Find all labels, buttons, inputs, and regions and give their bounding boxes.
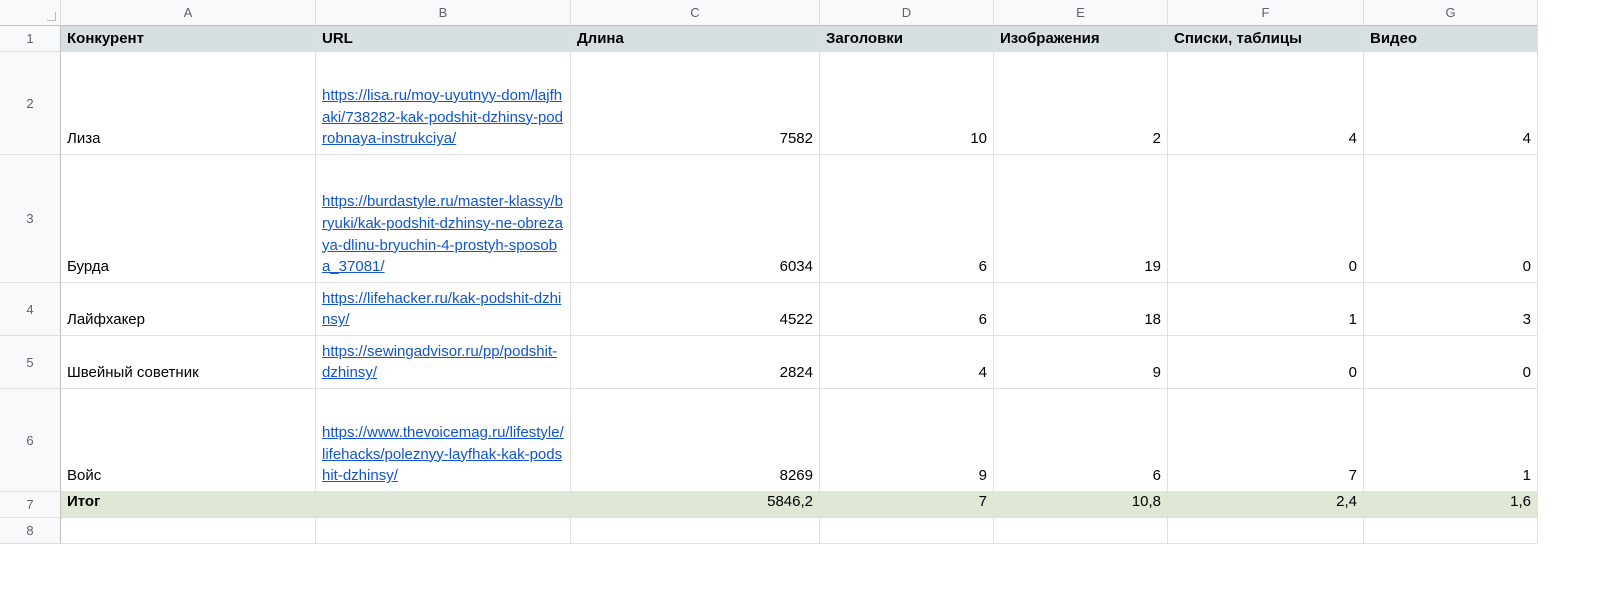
cell-E4[interactable]: 18	[994, 283, 1168, 336]
col-header-B[interactable]: B	[316, 0, 571, 26]
cell-G1[interactable]: Видео	[1364, 26, 1538, 52]
cell-C3[interactable]: 6034	[571, 155, 820, 283]
cell-C2[interactable]: 7582	[571, 52, 820, 155]
row-header-8[interactable]: 8	[0, 518, 61, 544]
cell-A7[interactable]: Итог	[61, 492, 316, 518]
link-r3[interactable]: https://burdastyle.ru/master-klassy/bryu…	[322, 191, 564, 278]
cell-G4[interactable]: 3	[1364, 283, 1538, 336]
cell-B2[interactable]: https://lisa.ru/moy-uyutnyy-dom/lajfhaki…	[316, 52, 571, 155]
cell-E2[interactable]: 2	[994, 52, 1168, 155]
cell-D7[interactable]: 7	[820, 492, 994, 518]
row-header-2[interactable]: 2	[0, 52, 61, 155]
cell-C7[interactable]: 5846,2	[571, 492, 820, 518]
col-header-G[interactable]: G	[1364, 0, 1538, 26]
row-header-3[interactable]: 3	[0, 155, 61, 283]
cell-A8[interactable]	[61, 518, 316, 544]
col-header-D[interactable]: D	[820, 0, 994, 26]
link-r6[interactable]: https://www.thevoicemag.ru/lifestyle/lif…	[322, 422, 564, 487]
cell-B4[interactable]: https://lifehacker.ru/kak-podshit-dzhins…	[316, 283, 571, 336]
cell-F8[interactable]	[1168, 518, 1364, 544]
cell-B8[interactable]	[316, 518, 571, 544]
cell-F5[interactable]: 0	[1168, 336, 1364, 389]
cell-F7[interactable]: 2,4	[1168, 492, 1364, 518]
col-header-F[interactable]: F	[1168, 0, 1364, 26]
col-header-A[interactable]: A	[61, 0, 316, 26]
cell-B5[interactable]: https://sewingadvisor.ru/pp/podshit-dzhi…	[316, 336, 571, 389]
cell-D2[interactable]: 10	[820, 52, 994, 155]
cell-G5[interactable]: 0	[1364, 336, 1538, 389]
cell-F4[interactable]: 1	[1168, 283, 1364, 336]
cell-A1[interactable]: Конкурент	[61, 26, 316, 52]
cell-C1[interactable]: Длина	[571, 26, 820, 52]
cell-F3[interactable]: 0	[1168, 155, 1364, 283]
cell-D1[interactable]: Заголовки	[820, 26, 994, 52]
cell-D4[interactable]: 6	[820, 283, 994, 336]
cell-G6[interactable]: 1	[1364, 389, 1538, 492]
cell-E6[interactable]: 6	[994, 389, 1168, 492]
cell-B7[interactable]	[316, 492, 571, 518]
cell-D6[interactable]: 9	[820, 389, 994, 492]
cell-F1[interactable]: Списки, таблицы	[1168, 26, 1364, 52]
cell-A5[interactable]: Швейный советник	[61, 336, 316, 389]
cell-C5[interactable]: 2824	[571, 336, 820, 389]
row-header-4[interactable]: 4	[0, 283, 61, 336]
cell-C6[interactable]: 8269	[571, 389, 820, 492]
cell-E5[interactable]: 9	[994, 336, 1168, 389]
cell-E8[interactable]	[994, 518, 1168, 544]
cell-A6[interactable]: Войс	[61, 389, 316, 492]
col-header-C[interactable]: C	[571, 0, 820, 26]
cell-B3[interactable]: https://burdastyle.ru/master-klassy/bryu…	[316, 155, 571, 283]
link-r4[interactable]: https://lifehacker.ru/kak-podshit-dzhins…	[322, 288, 564, 332]
select-all-corner[interactable]	[0, 0, 61, 26]
cell-C4[interactable]: 4522	[571, 283, 820, 336]
col-header-E[interactable]: E	[994, 0, 1168, 26]
row-header-1[interactable]: 1	[0, 26, 61, 52]
cell-A3[interactable]: Бурда	[61, 155, 316, 283]
cell-B6[interactable]: https://www.thevoicemag.ru/lifestyle/lif…	[316, 389, 571, 492]
link-r2[interactable]: https://lisa.ru/moy-uyutnyy-dom/lajfhaki…	[322, 85, 564, 150]
row-header-7[interactable]: 7	[0, 492, 61, 518]
cell-A4[interactable]: Лайфхакер	[61, 283, 316, 336]
cell-G7[interactable]: 1,6	[1364, 492, 1538, 518]
cell-E3[interactable]: 19	[994, 155, 1168, 283]
cell-G2[interactable]: 4	[1364, 52, 1538, 155]
cell-G3[interactable]: 0	[1364, 155, 1538, 283]
cell-E7[interactable]: 10,8	[994, 492, 1168, 518]
cell-G8[interactable]	[1364, 518, 1538, 544]
cell-A2[interactable]: Лиза	[61, 52, 316, 155]
row-header-5[interactable]: 5	[0, 336, 61, 389]
row-header-6[interactable]: 6	[0, 389, 61, 492]
spreadsheet-grid: A B C D E F G 1 Конкурент URL Длина Заго…	[0, 0, 1600, 544]
cell-F2[interactable]: 4	[1168, 52, 1364, 155]
cell-D8[interactable]	[820, 518, 994, 544]
cell-C8[interactable]	[571, 518, 820, 544]
cell-D5[interactable]: 4	[820, 336, 994, 389]
link-r5[interactable]: https://sewingadvisor.ru/pp/podshit-dzhi…	[322, 341, 564, 385]
cell-D3[interactable]: 6	[820, 155, 994, 283]
cell-F6[interactable]: 7	[1168, 389, 1364, 492]
cell-E1[interactable]: Изображения	[994, 26, 1168, 52]
cell-B1[interactable]: URL	[316, 26, 571, 52]
